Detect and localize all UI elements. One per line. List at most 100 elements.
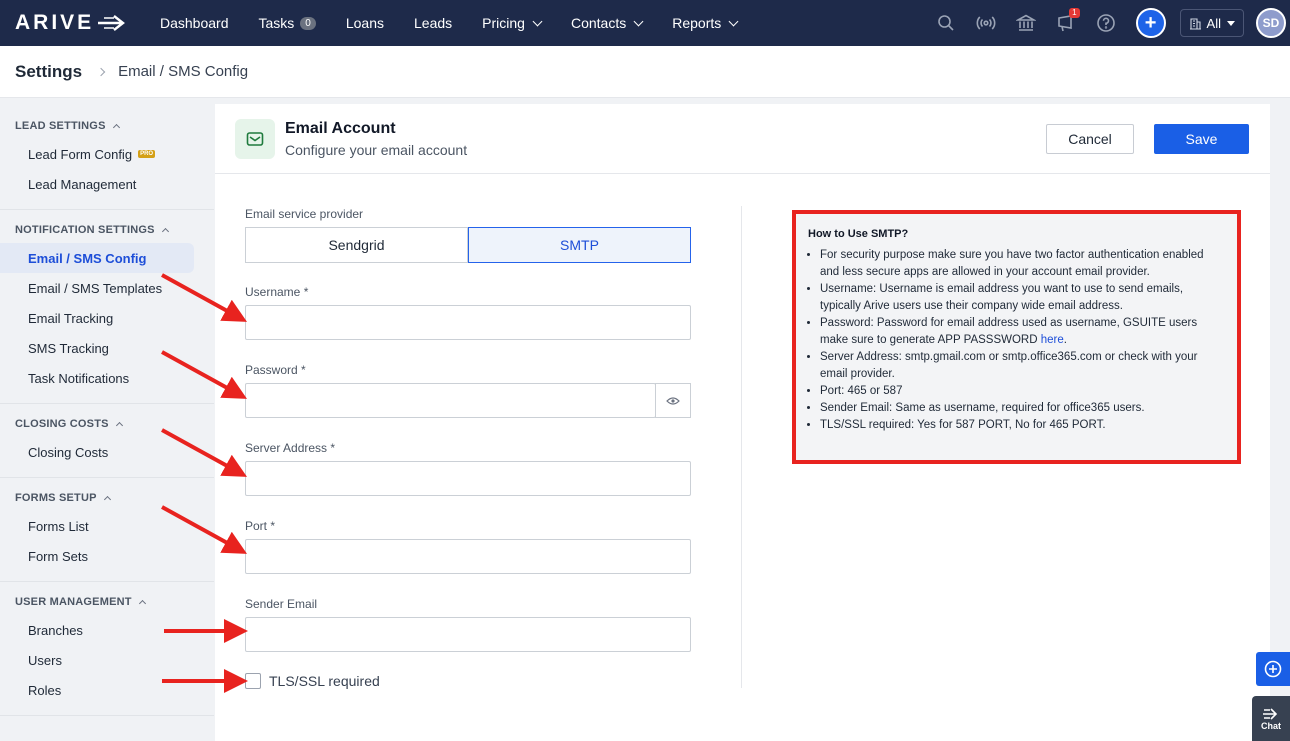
envelope-icon xyxy=(235,119,275,159)
chevron-up-icon xyxy=(103,495,111,504)
username-label: Username * xyxy=(245,285,309,299)
sidebar-item-roles[interactable]: Roles xyxy=(0,675,194,705)
sidebar-item-lead-management[interactable]: Lead Management xyxy=(0,169,194,199)
chevron-down-icon xyxy=(633,16,644,26)
nav-contacts[interactable]: Contacts xyxy=(556,0,657,46)
user-avatar[interactable]: SD xyxy=(1256,8,1286,38)
sidebar-item-forms-list[interactable]: Forms List xyxy=(0,511,194,541)
logo-arrow-icon xyxy=(98,15,126,31)
nav-tasks[interactable]: Tasks 0 xyxy=(244,0,331,46)
section-header[interactable]: LEAD SETTINGS xyxy=(0,120,214,132)
sidebar-section-lead-settings: LEAD SETTINGS Lead Form Config PRO Lead M… xyxy=(0,106,214,210)
chevron-down-icon xyxy=(728,16,739,26)
page-title[interactable]: Settings xyxy=(15,62,82,82)
help-list: For security purpose make sure you have … xyxy=(808,247,1224,434)
section-header[interactable]: FORMS SETUP xyxy=(0,492,214,504)
chevron-down-icon xyxy=(532,16,543,26)
card-title: Email Account xyxy=(285,120,396,137)
settings-sidebar: LEAD SETTINGS Lead Form Config PRO Lead M… xyxy=(0,106,214,741)
sidebar-item-email-sms-templates[interactable]: Email / SMS Templates xyxy=(0,273,194,303)
sidebar-item-form-sets[interactable]: Form Sets xyxy=(0,541,194,571)
help-item: Server Address: smtp.gmail.com or smtp.o… xyxy=(820,349,1224,383)
arive-logo[interactable]: ARIVE xyxy=(15,10,130,36)
nav-dashboard[interactable]: Dashboard xyxy=(145,0,244,46)
nav-pricing[interactable]: Pricing xyxy=(467,0,556,46)
column-divider xyxy=(741,206,742,688)
company-select[interactable]: All xyxy=(1179,9,1244,37)
quick-add-button[interactable]: + xyxy=(1135,8,1166,38)
port-field[interactable] xyxy=(245,539,691,574)
building-icon xyxy=(1189,17,1201,30)
sidebar-item-lead-form-config[interactable]: Lead Form Config PRO xyxy=(0,139,194,169)
nav-actions: 1 + All SD xyxy=(926,0,1290,46)
sidebar-item-email-sms-config[interactable]: Email / SMS Config xyxy=(0,243,194,273)
nav-leads[interactable]: Leads xyxy=(399,0,467,46)
app-password-link[interactable]: here xyxy=(1041,334,1064,346)
section-header[interactable]: NOTIFICATION SETTINGS xyxy=(0,224,214,236)
chevron-up-icon xyxy=(161,227,169,236)
main-nav: Dashboard Tasks 0 Loans Leads Pricing Con… xyxy=(145,0,752,46)
bank-icon[interactable] xyxy=(1014,11,1038,35)
tls-ssl-label[interactable]: TLS/SSL required xyxy=(269,673,380,689)
password-field[interactable] xyxy=(245,383,656,418)
provider-smtp-button[interactable]: SMTP xyxy=(468,227,691,263)
chat-button[interactable]: Chat xyxy=(1252,696,1290,741)
broadcast-icon[interactable] xyxy=(974,11,998,35)
eye-icon xyxy=(666,396,680,405)
sidebar-item-task-notifications[interactable]: Task Notifications xyxy=(0,363,194,393)
logo-text: ARIVE xyxy=(15,11,95,34)
sender-email-field[interactable] xyxy=(245,617,691,652)
help-item: Password: Password for email address use… xyxy=(820,315,1224,349)
save-button[interactable]: Save xyxy=(1154,124,1249,154)
help-item: Sender Email: Same as username, required… xyxy=(820,400,1224,417)
help-icon[interactable] xyxy=(1094,11,1118,35)
chat-icon xyxy=(1263,707,1278,720)
email-account-card: Email Account Configure your email accou… xyxy=(215,104,1270,741)
breadcrumb-current: Email / SMS Config xyxy=(118,63,249,80)
sender-email-label: Sender Email xyxy=(245,597,318,611)
sidebar-item-sms-tracking[interactable]: SMS Tracking xyxy=(0,333,194,363)
sidebar-section-user-management: USER MANAGEMENT Branches Users Roles xyxy=(0,582,214,716)
tls-ssl-checkbox[interactable] xyxy=(245,673,261,689)
pro-badge: PRO xyxy=(138,150,156,158)
help-item: For security purpose make sure you have … xyxy=(820,247,1224,281)
help-title: How to Use SMTP? xyxy=(808,228,909,240)
announcement-icon[interactable]: 1 xyxy=(1054,8,1080,35)
section-header[interactable]: USER MANAGEMENT xyxy=(0,596,214,608)
plus-circle-icon xyxy=(1264,660,1282,678)
card-header: Email Account Configure your email accou… xyxy=(215,104,1270,174)
plus-icon: + xyxy=(1144,11,1157,34)
chevron-right-icon xyxy=(96,67,106,76)
nav-reports[interactable]: Reports xyxy=(657,0,752,46)
sidebar-item-branches[interactable]: Branches xyxy=(0,615,194,645)
sidebar-item-closing-costs[interactable]: Closing Costs xyxy=(0,437,194,467)
chevron-up-icon xyxy=(115,421,123,430)
show-password-button[interactable] xyxy=(655,383,691,418)
help-item: Port: 465 or 587 xyxy=(820,383,1224,400)
nav-loans[interactable]: Loans xyxy=(331,0,399,46)
section-header[interactable]: CLOSING COSTS xyxy=(0,418,214,430)
port-label: Port * xyxy=(245,519,276,533)
cancel-button[interactable]: Cancel xyxy=(1046,124,1134,154)
card-subtitle: Configure your email account xyxy=(285,142,468,158)
chevron-up-icon xyxy=(138,599,146,608)
sidebar-item-users[interactable]: Users xyxy=(0,645,194,675)
sidebar-section-forms-setup: FORMS SETUP Forms List Form Sets xyxy=(0,478,214,582)
search-icon[interactable] xyxy=(934,11,958,35)
smtp-help-box: How to Use SMTP? For security purpose ma… xyxy=(792,210,1241,464)
sidebar-item-email-tracking[interactable]: Email Tracking xyxy=(0,303,194,333)
provider-sendgrid-button[interactable]: Sendgrid xyxy=(245,227,468,263)
floating-add-button[interactable] xyxy=(1256,652,1290,686)
top-navbar: ARIVE Dashboard Tasks 0 Loans Leads Prici… xyxy=(0,0,1290,46)
caret-down-icon xyxy=(1227,20,1235,26)
provider-toggle: Sendgrid SMTP xyxy=(245,227,691,263)
server-address-label: Server Address * xyxy=(245,441,336,455)
chevron-up-icon xyxy=(112,123,120,132)
sidebar-section-closing-costs: CLOSING COSTS Closing Costs xyxy=(0,404,214,478)
sidebar-section-notification-settings: NOTIFICATION SETTINGS Email / SMS Config… xyxy=(0,210,214,404)
help-item: TLS/SSL required: Yes for 587 PORT, No f… xyxy=(820,417,1224,434)
password-label: Password * xyxy=(245,363,306,377)
server-address-field[interactable] xyxy=(245,461,691,496)
notification-count: 1 xyxy=(1069,8,1080,18)
username-field[interactable] xyxy=(245,305,691,340)
